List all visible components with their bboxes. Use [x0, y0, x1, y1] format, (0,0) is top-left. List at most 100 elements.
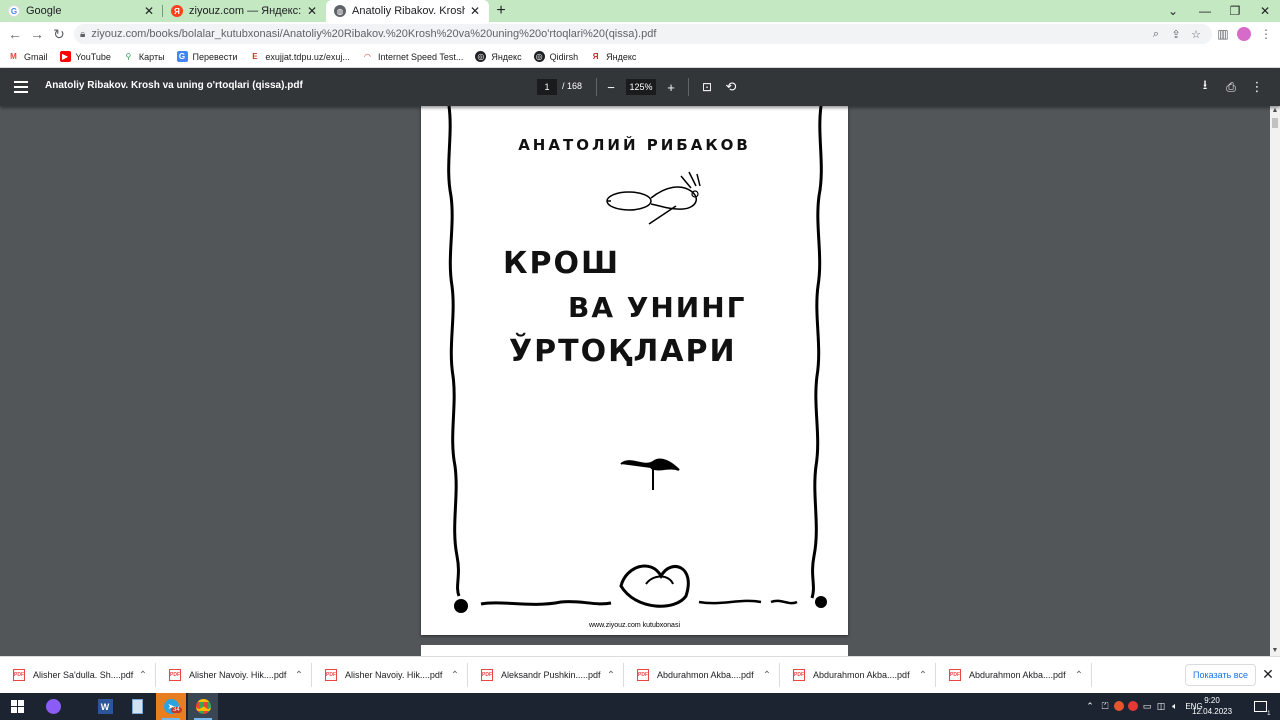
window-close-icon[interactable]: ✕	[1250, 0, 1280, 22]
chrome-icon: ◎	[475, 51, 487, 62]
windows-start-icon[interactable]	[2, 693, 32, 720]
maps-icon: ⚲	[125, 52, 132, 61]
new-tab-button[interactable]: +	[489, 0, 513, 22]
lock-icon[interactable]: 🔒︎	[80, 29, 85, 40]
zoom-icon[interactable]: ⌕	[1146, 28, 1166, 41]
volume-icon[interactable]: 🔈︎	[1168, 701, 1182, 712]
tab-yandex[interactable]: Я ziyouz.com — Яндекс: нашлось ✕	[163, 0, 326, 22]
network-icon[interactable]: ◫	[1154, 701, 1168, 712]
battery-icon[interactable]: ▭	[1140, 701, 1154, 712]
more-actions-icon[interactable]: ⋮	[1248, 78, 1266, 96]
download-item[interactable]: PDF Abdurahmon Akba....pdf ⌃	[624, 657, 780, 694]
chevron-up-icon[interactable]: ⌃	[136, 670, 150, 681]
address-bar[interactable]: 🔒︎ ziyouz.com/books/bolalar_kutubxonasi/…	[74, 24, 1212, 44]
bookmark-maps[interactable]: ⚲ Карты	[123, 51, 164, 62]
close-shelf-icon[interactable]: ✕	[1260, 666, 1276, 684]
fit-page-icon[interactable]: ⊡	[698, 78, 716, 96]
youtube-icon: ▶	[59, 51, 71, 62]
chevron-up-icon[interactable]: ⌃	[1082, 701, 1098, 712]
print-icon[interactable]: ⎙	[1222, 78, 1240, 96]
download-item[interactable]: PDF Alisher Sa'dulla. Sh....pdf ⌃	[0, 657, 156, 694]
zoom-input[interactable]: 125%	[626, 79, 656, 95]
update-alert-icon[interactable]	[1112, 700, 1126, 713]
rotate-icon[interactable]: ⟲	[722, 78, 740, 96]
close-icon[interactable]: ✕	[306, 4, 318, 18]
chevron-up-icon[interactable]: ⌃	[760, 670, 774, 681]
show-all-downloads-button[interactable]: Показать все	[1185, 664, 1256, 686]
chevron-up-icon[interactable]: ⌃	[448, 670, 462, 681]
bookmark-yandex-2[interactable]: Я Яндекс	[590, 51, 637, 62]
download-name: Aleksandr Pushkin.....pdf	[501, 670, 601, 680]
profile-avatar[interactable]	[1236, 24, 1252, 44]
download-icon[interactable]: ⭳	[1196, 77, 1214, 96]
reload-icon[interactable]: ↻	[48, 23, 70, 45]
back-icon[interactable]: ←	[4, 23, 26, 45]
download-item[interactable]: PDF Abdurahmon Akba....pdf ⌃	[936, 657, 1092, 694]
close-icon[interactable]: ✕	[469, 4, 481, 18]
download-item[interactable]: PDF Alisher Navoiy. Hik....pdf ⌃	[156, 657, 312, 694]
bookmark-yandex[interactable]: ◎ Яндекс	[475, 51, 522, 62]
download-name: Alisher Navoiy. Hik....pdf	[189, 670, 287, 680]
viewer-scrollbar[interactable]: ▲ ▼	[1270, 106, 1280, 656]
chevron-up-icon[interactable]: ⌃	[916, 670, 930, 681]
bookmark-label: Яндекс	[491, 51, 522, 62]
bookmark-speedtest[interactable]: ◠ Internet Speed Test...	[362, 51, 463, 62]
download-name: Abdurahmon Akba....pdf	[969, 670, 1066, 680]
antivirus-icon[interactable]	[1126, 700, 1140, 713]
url-text[interactable]: ziyouz.com/books/bolalar_kutubxonasi/Ana…	[91, 28, 1146, 40]
close-icon[interactable]: ✕	[143, 4, 155, 18]
bookmark-translate[interactable]: G Перевести	[176, 51, 237, 62]
decorative-border	[447, 106, 827, 613]
tab-strip: G Google ✕ Я ziyouz.com — Яндекс: нашлос…	[0, 0, 1280, 22]
tab-pdf[interactable]: ◍ Anatoliy Ribakov. Krosh va uning ✕	[326, 0, 489, 22]
pdf-viewer[interactable]: АНАТОЛИЙ РИБАКОВ КРОШ ВА УНИНГ ЎРТОҚЛАРИ…	[0, 106, 1280, 656]
pdf-file-icon: PDF	[793, 669, 805, 681]
clock[interactable]: 9:20 12.04.2023	[1192, 695, 1232, 717]
word-icon[interactable]: W	[90, 693, 120, 720]
tab-search-icon[interactable]: ⌄	[1158, 0, 1188, 22]
download-shelf: PDF Alisher Sa'dulla. Sh....pdf ⌃ PDF Al…	[0, 656, 1280, 693]
bookmark-star-icon[interactable]: ☆	[1186, 28, 1206, 41]
side-panel-icon[interactable]: ▥	[1214, 24, 1232, 44]
download-item[interactable]: PDF Abdurahmon Akba....pdf ⌃	[780, 657, 936, 694]
bookmark-youtube[interactable]: ▶ YouTube	[59, 51, 111, 62]
pdf-page: АНАТОЛИЙ РИБАКОВ КРОШ ВА УНИНГ ЎРТОҚЛАРИ…	[421, 106, 848, 635]
bookmark-exujjat[interactable]: E exujjat.tdpu.uz/exuj...	[249, 51, 350, 62]
page-number-input[interactable]: 1	[537, 79, 557, 95]
download-item[interactable]: PDF Aleksandr Pushkin.....pdf ⌃	[468, 657, 624, 694]
scroll-down-icon[interactable]: ▼	[1270, 646, 1280, 656]
notification-count: 1	[1267, 711, 1271, 717]
notepad-icon[interactable]	[122, 693, 152, 720]
zoom-out-icon[interactable]: −	[602, 78, 620, 96]
bookmark-qidirsh[interactable]: ◎ Qidirsh	[533, 51, 578, 62]
bookmark-label: Internet Speed Test...	[377, 51, 464, 62]
chevron-up-icon[interactable]: ⌃	[292, 670, 306, 681]
zoom-in-icon[interactable]: +	[662, 78, 680, 96]
chevron-up-icon[interactable]: ⌃	[604, 670, 618, 681]
tab-label: Google	[26, 5, 62, 17]
scroll-up-icon[interactable]: ▲	[1270, 106, 1280, 116]
share-icon[interactable]: ⇪	[1166, 28, 1186, 41]
divider	[688, 78, 689, 96]
tab-google[interactable]: G Google ✕	[0, 0, 163, 22]
download-item[interactable]: PDF Alisher Navoiy. Hik....pdf ⌃	[312, 657, 468, 694]
usb-icon[interactable]: ⏍	[1098, 701, 1112, 712]
pdf-page-2	[421, 645, 848, 656]
chrome-menu-icon[interactable]: ⋮	[1258, 24, 1274, 44]
bookmark-gmail[interactable]: M Gmail	[8, 51, 47, 62]
restore-icon[interactable]: ❐	[1220, 0, 1250, 22]
chrome-taskbar-icon[interactable]	[188, 693, 218, 720]
alice-icon[interactable]	[38, 693, 68, 720]
tab-label: ziyouz.com — Яндекс: нашлось	[189, 5, 302, 17]
telegram-icon[interactable]: ➤ 34	[156, 693, 186, 720]
bookmark-label: Яндекс	[606, 51, 637, 62]
minimize-icon[interactable]: —	[1190, 0, 1220, 22]
scroll-thumb[interactable]	[1272, 118, 1278, 128]
book-title-line-1: КРОШ	[503, 246, 621, 281]
chevron-up-icon[interactable]: ⌃	[1072, 670, 1086, 681]
pdf-file-icon: PDF	[949, 669, 961, 681]
notifications-icon[interactable]: 1	[1248, 693, 1272, 720]
forward-icon[interactable]: →	[26, 23, 48, 45]
menu-icon[interactable]	[14, 79, 28, 95]
globe-icon: ◍	[334, 5, 346, 17]
